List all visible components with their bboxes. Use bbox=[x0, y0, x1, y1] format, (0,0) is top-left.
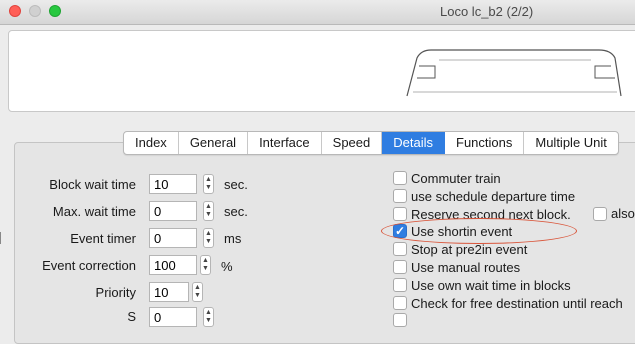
event-timer-label: Event timer bbox=[70, 231, 136, 246]
close-window-button[interactable] bbox=[9, 5, 21, 17]
priority-input[interactable] bbox=[149, 282, 189, 302]
event-timer-input[interactable] bbox=[149, 228, 197, 248]
max-wait-time-unit: sec. bbox=[224, 204, 248, 219]
event-correction-input[interactable] bbox=[149, 255, 197, 275]
own-wait-time-option[interactable]: Use own wait time in blocks bbox=[393, 276, 571, 294]
block-wait-time-stepper[interactable]: ▲ ▼ bbox=[203, 174, 214, 194]
tab-bar: Index General Interface Speed Details Fu… bbox=[123, 131, 619, 155]
loco-image-panel bbox=[8, 30, 635, 112]
loco-image bbox=[406, 49, 622, 97]
cutoff-option[interactable] bbox=[393, 311, 411, 329]
tab-functions[interactable]: Functions bbox=[445, 132, 525, 154]
schedule-departure-label: use schedule departure time bbox=[411, 188, 576, 204]
cutoff-field-input[interactable] bbox=[149, 307, 197, 327]
cutoff-field-stepper[interactable]: ▲ ▼ bbox=[203, 307, 214, 327]
block-wait-time-label: Block wait time bbox=[49, 177, 136, 192]
schedule-departure-option[interactable]: use schedule departure time bbox=[393, 187, 575, 205]
event-correction-stepper[interactable]: ▲ ▼ bbox=[200, 255, 211, 275]
block-wait-time-unit: sec. bbox=[224, 177, 248, 192]
minimize-window-button[interactable] bbox=[29, 5, 41, 17]
max-wait-time-input[interactable] bbox=[149, 201, 197, 221]
event-timer-stepper[interactable]: ▲ ▼ bbox=[203, 228, 214, 248]
reserve-second-block-checkbox[interactable] bbox=[393, 207, 407, 221]
title-bar: Loco lc_b2 (2/2) bbox=[0, 0, 635, 25]
zoom-window-button[interactable] bbox=[49, 5, 61, 17]
tab-details[interactable]: Details bbox=[382, 132, 445, 154]
stop-at-pre2in-checkbox[interactable] bbox=[393, 242, 407, 256]
event-correction-label: Event correction bbox=[42, 258, 136, 273]
priority-label: Priority bbox=[95, 285, 136, 300]
max-wait-time-label: Max. wait time bbox=[52, 204, 136, 219]
commuter-train-checkbox[interactable] bbox=[393, 171, 407, 185]
tab-multiple-unit[interactable]: Multiple Unit bbox=[524, 132, 618, 154]
commuter-train-option[interactable]: Commuter train bbox=[393, 169, 501, 187]
highlight-ellipse bbox=[381, 218, 577, 244]
free-destination-label: Check for free destination until reach bbox=[411, 295, 623, 311]
also-label: also bbox=[611, 206, 635, 221]
event-timer-unit: ms bbox=[224, 231, 242, 246]
manual-routes-checkbox[interactable] bbox=[393, 260, 407, 274]
cutoff-checkbox[interactable] bbox=[393, 313, 407, 327]
window-edge bbox=[0, 232, 1, 244]
commuter-train-label: Commuter train bbox=[411, 170, 501, 186]
cutoff-field-label: S bbox=[127, 309, 136, 324]
window-title: Loco lc_b2 (2/2) bbox=[440, 4, 534, 19]
own-wait-time-label: Use own wait time in blocks bbox=[411, 277, 571, 293]
free-destination-option[interactable]: Check for free destination until reach bbox=[393, 294, 623, 312]
event-correction-unit: % bbox=[221, 259, 233, 274]
schedule-departure-checkbox[interactable] bbox=[393, 189, 407, 203]
manual-routes-option[interactable]: Use manual routes bbox=[393, 258, 520, 276]
max-wait-time-stepper[interactable]: ▲ ▼ bbox=[203, 201, 214, 221]
tab-index[interactable]: Index bbox=[124, 132, 179, 154]
priority-stepper[interactable]: ▲ ▼ bbox=[192, 282, 203, 302]
free-destination-checkbox[interactable] bbox=[393, 296, 407, 310]
tab-general[interactable]: General bbox=[179, 132, 249, 154]
tab-speed[interactable]: Speed bbox=[322, 132, 383, 154]
tab-interface[interactable]: Interface bbox=[248, 132, 322, 154]
own-wait-time-checkbox[interactable] bbox=[393, 278, 407, 292]
also-option[interactable]: also bbox=[593, 206, 635, 221]
block-wait-time-input[interactable] bbox=[149, 174, 197, 194]
also-checkbox[interactable] bbox=[593, 206, 607, 221]
manual-routes-label: Use manual routes bbox=[411, 259, 521, 275]
